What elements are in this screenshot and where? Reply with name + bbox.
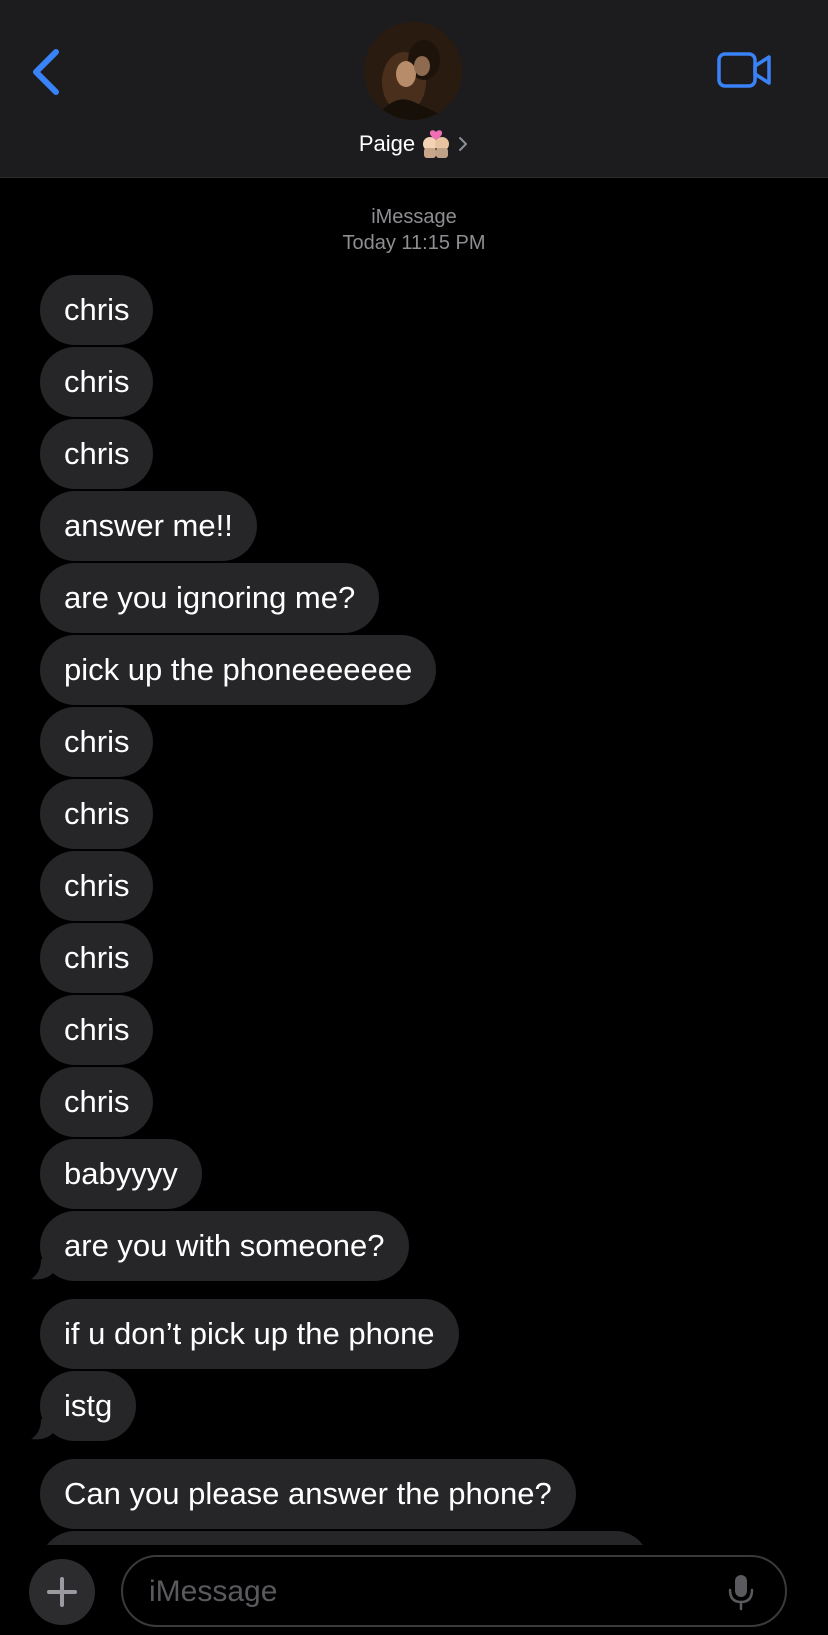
message-bubble[interactable]: chris — [40, 419, 154, 489]
contact-name: Paige — [358, 131, 416, 156]
plus-icon — [47, 1577, 77, 1607]
message-bubble[interactable]: answer me!! — [40, 491, 257, 561]
message-field[interactable] — [121, 1555, 787, 1627]
thread-timestamp: Today 11:15 PM — [342, 232, 486, 254]
dictation-button[interactable] — [727, 1573, 755, 1611]
message-bubble[interactable]: chris — [40, 275, 154, 345]
message-bubble[interactable]: chris — [40, 995, 154, 1065]
message-bubble[interactable]: Can you please answer the phone? — [40, 1459, 576, 1529]
message-bubble[interactable]: chris — [40, 347, 154, 417]
chevron-right-icon — [459, 137, 468, 151]
message-bubble[interactable]: chris — [40, 851, 154, 921]
bubble-tail — [31, 1419, 53, 1440]
bubble-tail — [31, 1259, 53, 1280]
back-button[interactable] — [28, 44, 68, 100]
service-label: iMessage — [371, 206, 457, 228]
conversation-header: Paige — [0, 0, 828, 178]
message-bubble[interactable]: babyyyy — [40, 1139, 202, 1209]
chevron-left-icon — [33, 49, 59, 95]
message-bubble[interactable]: chris — [40, 779, 154, 849]
message-bubble[interactable]: are you with someone? — [40, 1211, 409, 1281]
facetime-video-button[interactable] — [716, 48, 774, 92]
message-bubble[interactable]: if u don’t pick up the phone — [40, 1299, 459, 1369]
message-input-bar — [0, 1545, 828, 1635]
apps-plus-button[interactable] — [29, 1559, 95, 1625]
microphone-icon — [728, 1575, 754, 1611]
message-bubble[interactable]: chris — [40, 923, 154, 993]
message-bubble[interactable]: pick up the phoneeeeeee — [40, 635, 437, 705]
video-camera-icon — [717, 52, 771, 88]
message-bubble[interactable]: are you ignoring me? — [40, 563, 380, 633]
couple-heart-emoji-icon — [423, 130, 450, 158]
message-bubble[interactable]: istg — [40, 1371, 137, 1441]
contact-avatar[interactable] — [364, 22, 462, 120]
message-bubble[interactable]: chris — [40, 707, 154, 777]
message-input[interactable] — [147, 1557, 691, 1627]
contact-name-row[interactable]: Paige — [0, 128, 828, 160]
message-bubble[interactable]: chris — [40, 1067, 154, 1137]
avatar-photo — [364, 22, 462, 120]
